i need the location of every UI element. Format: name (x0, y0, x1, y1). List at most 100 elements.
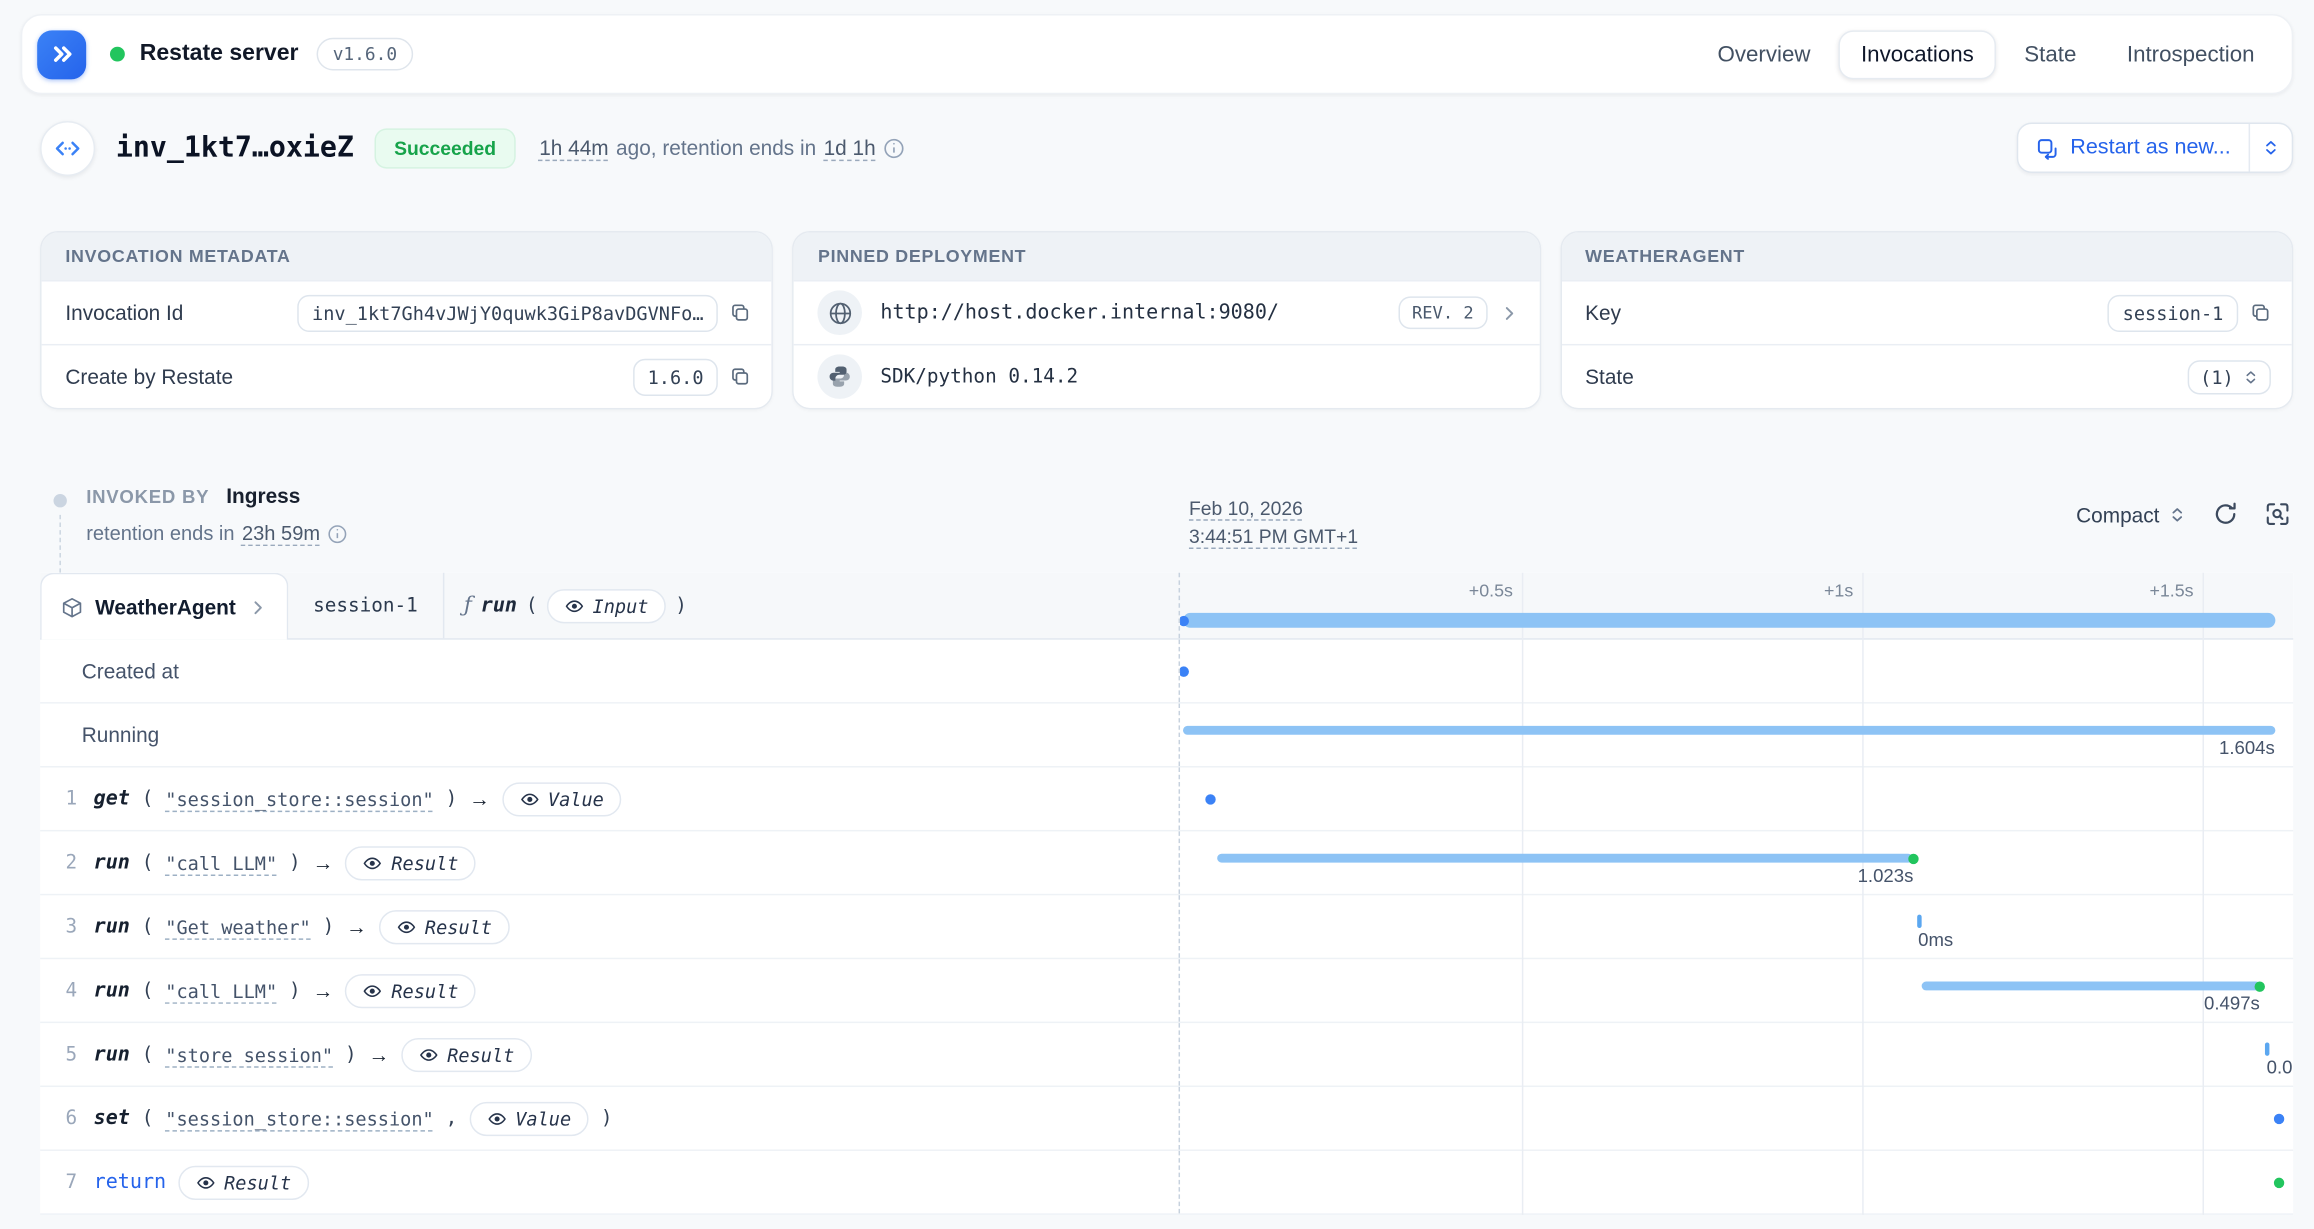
eye-icon (520, 789, 539, 808)
eye-icon (196, 1172, 215, 1191)
nav-tab-invocations[interactable]: Invocations (1839, 30, 1996, 79)
journal-entry-row[interactable]: 4run("call LLM")→Result0.497s (40, 959, 2293, 1023)
eye-icon (487, 1109, 506, 1128)
restart-icon (2036, 137, 2058, 159)
nav-tab-introspection[interactable]: Introspection (2105, 30, 2277, 79)
paren-open: ( (526, 594, 538, 616)
success-dot (1908, 853, 1918, 863)
value-pill[interactable]: Value (502, 782, 622, 816)
restart-options-caret[interactable] (2250, 124, 2292, 172)
service-tab[interactable]: WeatherAgent (40, 573, 288, 640)
service-icon (61, 596, 83, 618)
code-punc: ) (289, 851, 301, 873)
invocation-id-value: inv_1kt7Gh4vJWjY0quwk3GiP8avDGVNFo… (297, 294, 718, 331)
entry-keyword: run (94, 851, 130, 875)
event-dot (1179, 666, 1189, 676)
eye-icon (564, 596, 583, 615)
handler-name: run (481, 594, 517, 618)
code-punc: ) (446, 788, 458, 810)
code-punc: ( (142, 1043, 154, 1065)
copy-icon[interactable] (730, 302, 751, 323)
code-punc: ( (142, 1107, 154, 1129)
timeline-controls: Compact (2076, 501, 2290, 526)
paren-close: ) (675, 594, 687, 616)
state-expander[interactable]: (1) (2188, 360, 2271, 394)
pill-label: Result (391, 979, 458, 1001)
timeline-cell (1179, 640, 2294, 702)
result-pill[interactable]: Result (345, 973, 476, 1007)
info-icon[interactable] (883, 137, 905, 159)
invoked-by-dot (54, 494, 67, 507)
deployment-endpoint: http://host.docker.internal:9080/ (880, 301, 1279, 325)
code-punc: ) (323, 915, 335, 937)
info-icon[interactable] (328, 523, 349, 544)
invocation-id-row: Invocation Id inv_1kt7Gh4vJWjY0quwk3GiP8… (42, 280, 772, 344)
pill-label: Result (391, 851, 458, 873)
scan-search-icon (2265, 501, 2290, 526)
duration-label: 1.604s (2219, 738, 2275, 759)
chevron-right-icon[interactable] (1499, 303, 1518, 322)
code-arrow: → (313, 979, 334, 1003)
timeline-bar (1183, 613, 2275, 628)
nav-tab-overview[interactable]: Overview (1695, 30, 1832, 79)
trace-panel: WeatherAgent session-1 ƒ run ( Input ) (40, 573, 2293, 1215)
journal-entry-row[interactable]: 3run("Get weather")→Result0ms (40, 895, 2293, 959)
server-version-value: 1.6.0 (633, 358, 719, 395)
result-pill[interactable]: Result (345, 846, 476, 880)
eye-icon (363, 981, 382, 1000)
journal-entry-row[interactable]: 5run("store session")→Result0.0 (40, 1023, 2293, 1087)
restart-as-new-button[interactable]: Restart as new... (2017, 122, 2293, 173)
invocation-meta: 1h 44m ago, retention ends in 1d 1h (539, 136, 905, 160)
timeline-cell (1179, 1151, 2294, 1213)
row-label: Key (1585, 301, 1621, 325)
eye-icon (397, 917, 416, 936)
value-pill[interactable]: Value (469, 1101, 589, 1135)
function-icon: ƒ (464, 594, 472, 618)
row-label: Create by Restate (65, 365, 233, 389)
python-icon (818, 354, 863, 399)
metadata-cards: INVOCATION METADATA Invocation Id inv_1k… (40, 231, 2293, 409)
event-dot (2274, 1114, 2284, 1124)
invocation-id: inv_1kt7…oxieZ (116, 131, 354, 164)
code-punc: ) (601, 1107, 613, 1129)
entry-keyword: get (94, 787, 130, 811)
result-pill[interactable]: Result (379, 909, 510, 943)
code-arg: "Get weather" (165, 915, 310, 937)
refresh-button[interactable] (2213, 501, 2238, 526)
code-punc: ) (345, 1043, 357, 1065)
result-pill[interactable]: Result (401, 1037, 532, 1071)
invocation-key: session-1 (288, 573, 445, 638)
code-arrow: → (313, 851, 334, 875)
copy-icon[interactable] (2250, 302, 2271, 323)
input-pill[interactable]: Input (546, 588, 666, 622)
journal-entry-row[interactable]: 7returnResult (40, 1151, 2293, 1215)
result-pill[interactable]: Result (178, 1165, 309, 1199)
nav-tab-state[interactable]: State (2002, 30, 2099, 79)
app-title: Restate server (140, 41, 299, 68)
refresh-icon (2213, 501, 2238, 526)
state-row: State (1) (1561, 344, 2291, 408)
deployment-endpoint-row[interactable]: http://host.docker.internal:9080/ REV. 2 (794, 280, 1539, 344)
sdk-row: SDK/python 0.14.2 (794, 344, 1539, 408)
journal-entry-row[interactable]: 1get("session_store::session")→Value (40, 767, 2293, 831)
view-mode-label: Compact (2076, 502, 2159, 526)
timeline-start-timestamp: Feb 10, 2026 3:44:51 PM GMT+1 (1189, 494, 1358, 550)
copy-icon[interactable] (730, 366, 751, 387)
card-title: INVOCATION METADATA (42, 232, 772, 280)
version-badge: v1.6.0 (316, 38, 413, 71)
service-name: WeatherAgent (95, 595, 236, 619)
code-arrow: → (368, 1042, 389, 1066)
event-dot (1179, 615, 1189, 625)
view-mode-select[interactable]: Compact (2076, 502, 2186, 526)
journal-entry-row[interactable]: 2run("call LLM")→Result1.023s (40, 831, 2293, 895)
trace-header-left: WeatherAgent session-1 ƒ run ( Input ) (40, 573, 1178, 638)
pill-label: Result (447, 1043, 514, 1065)
journal-entry-row[interactable]: 6set("session_store::session",Value) (40, 1087, 2293, 1151)
zoom-to-fit-button[interactable] (2265, 501, 2290, 526)
entry-index: 1 (61, 788, 82, 810)
code-punc: ( (142, 915, 154, 937)
timeline-cell: 1.604s (1179, 704, 2294, 766)
lifecycle-label: Running (40, 723, 159, 747)
top-bar: Restate server v1.6.0 Overview Invocatio… (21, 14, 2293, 94)
code-arg: "session_store::session" (165, 788, 433, 810)
